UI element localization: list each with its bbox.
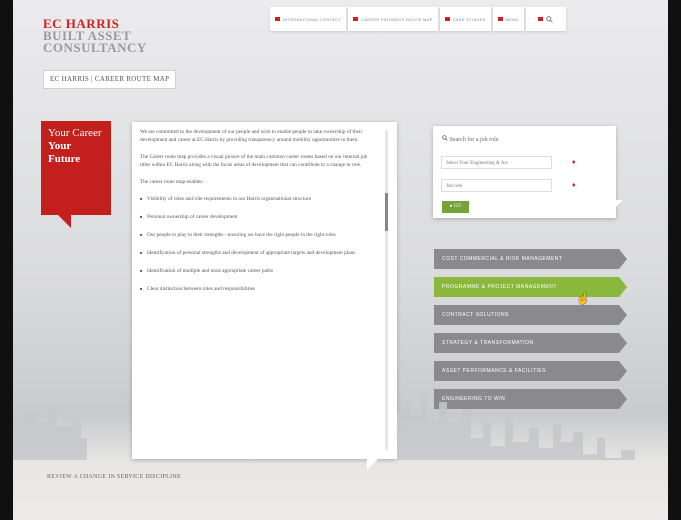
benefits-list: Visibility of roles and role requirement… [140,195,375,293]
nav-dot-icon [275,17,280,21]
list-item: Clear distinction between roles and resp… [140,285,375,293]
go-button[interactable]: ▸ GO [442,201,469,213]
nav-menu[interactable]: MENU [492,7,524,31]
nav-international-contact[interactable]: INTERNATIONAL CONTACT [270,7,347,31]
panel-tail [367,458,379,470]
category-programme-project[interactable]: PROGRAMME & PROJECT MANAGEMENT [434,277,627,297]
career-route-map-page: EC HARRIS BUILT ASSET CONSULTANCY EC HAR… [13,0,668,520]
intro-paragraph: The Career route map provides a visual p… [140,154,368,168]
intro-text-panel: We are committed to the development of o… [132,122,397,459]
nav-dot-icon [444,17,450,21]
search-button[interactable] [525,7,566,31]
category-cost-commercial[interactable]: COST COMMERCIAL & RISK MANAGEMENT [434,249,627,269]
intro-text-body: We are committed to the development of o… [140,128,375,303]
list-item: Identification of personal strengths and… [140,249,375,257]
job-search-box: Search for a job role Select Your Engine… [433,126,616,218]
job-search-title-text: Search for a job role [449,137,499,143]
your-career-banner: Your Career Your Future [41,121,111,215]
breadcrumb: EC HARRIS | CAREER ROUTE MAP [43,70,177,89]
hand-cursor-icon: ☝ [576,293,590,305]
list-item: Personal ownership of career development [140,213,375,221]
list-item: Visibility of roles and role requirement… [140,195,375,203]
search-icon [442,135,448,141]
scrollbar-thumb[interactable] [385,193,388,231]
business-line-select[interactable]: Select Your Engineering & Arc [441,156,552,169]
nav-dot-icon [353,17,359,21]
search-icon [546,15,553,23]
banner-line-1: Your Career [48,127,102,139]
top-navigation: INTERNATIONAL CONTACT CAREER PATHWAYS RO… [270,7,566,31]
list-item: Identification of multiple and most appr… [140,267,375,275]
ec-harris-logo[interactable]: EC HARRIS BUILT ASSET CONSULTANCY [43,17,147,55]
job-search-title: Search for a job role [442,135,498,143]
nav-label: MENU [505,16,519,22]
banner-tail [57,214,71,228]
nav-label: CAREER PATHWAYS ROUTE MAP [361,16,433,22]
nav-label: CASE STUDIES [452,16,486,22]
job-role-select[interactable]: Job role [441,179,552,192]
go-button-label: GO [453,204,461,209]
nav-case-studies[interactable]: CASE STUDIES [439,7,491,31]
intro-paragraph: We are committed to the development of o… [140,129,363,143]
category-engineering[interactable]: ENGINEERING TO WIN [434,389,627,409]
banner-line-2: Your Future [48,140,81,165]
logo-line-3: CONSULTANCY [43,40,147,55]
panel-scrollbar[interactable] [385,130,388,450]
nav-career-pathways[interactable]: CAREER PATHWAYS ROUTE MAP [348,7,438,31]
job-search-tail [613,200,623,210]
nav-label: INTERNATIONAL CONTACT [283,16,342,22]
intro-paragraph: The career route map enables: [140,179,204,185]
category-strategy-transformation[interactable]: STRATEGY & TRANSFORMATION [434,333,627,353]
category-asset-performance[interactable]: ASSET PERFORMANCE & FACILITIES [434,361,627,381]
nav-dot-icon [538,17,544,21]
list-item: Our people to play to their strengths - … [140,231,375,239]
dropdown-arrow-icon[interactable]: ♦ [572,159,577,166]
category-contract-solutions[interactable]: CONTRACT SOLUTIONS [434,305,627,325]
dropdown-arrow-icon[interactable]: ♦ [572,182,577,189]
review-discipline-link[interactable]: REVIEW A CHANGE IN SERVICE DISCIPLINE [47,474,181,480]
nav-dot-icon [497,17,503,21]
